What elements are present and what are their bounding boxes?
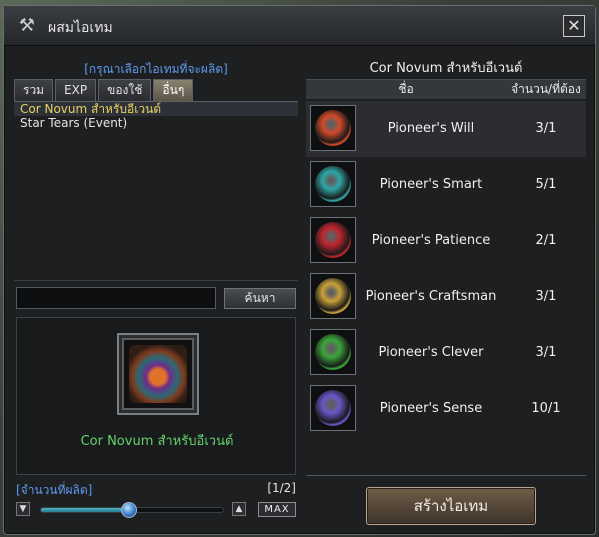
header-qty: จำนวน/ที่ต้อง xyxy=(511,82,581,96)
search-row: ค้นหา xyxy=(16,287,296,309)
quantity-slider-fill xyxy=(41,508,130,512)
select-item-prompt: [กรุณาเลือกไอเทมที่จะผลิต] xyxy=(84,62,228,76)
preview-item-name: Cor Novum สำหรับอีเวนต์ xyxy=(80,434,234,449)
material-quantity: 10/1 xyxy=(531,401,561,416)
max-button[interactable]: MAX xyxy=(258,502,296,517)
window-title: ผสมไอเทม xyxy=(48,20,113,36)
material-icon-frame xyxy=(310,217,356,263)
close-button[interactable]: ✕ xyxy=(563,15,585,37)
preview-icon-frame xyxy=(117,333,199,415)
material-quantity: 2/1 xyxy=(535,233,557,248)
material-name: Pioneer's Smart xyxy=(379,177,483,192)
material-name: Pioneer's Clever xyxy=(378,345,484,360)
material-quantity: 3/1 xyxy=(535,289,557,304)
item-craft-window: ⚒ ผสมไอเทม ✕ [กรุณาเลือกไอเทมที่จะผลิต] … xyxy=(3,5,596,535)
category-tabs: รวม EXP ของใช้ อื่นๆ xyxy=(14,79,194,101)
material-name: Pioneer's Patience xyxy=(371,233,491,248)
header-name: ชื่อ xyxy=(398,82,414,96)
table-row[interactable]: Pioneer's Patience 2/1 xyxy=(306,213,586,269)
material-name: Pioneer's Craftsman xyxy=(365,289,497,304)
material-quantity: 3/1 xyxy=(535,121,557,136)
smart-coin-icon xyxy=(315,166,351,202)
sense-coin-icon xyxy=(315,390,351,426)
quantity-slider-row: ▼ ▲ MAX xyxy=(16,502,296,518)
table-row[interactable]: Pioneer's Clever 3/1 xyxy=(306,325,586,381)
material-icon-frame xyxy=(310,273,356,319)
list-item[interactable]: Cor Novum สำหรับอีเวนต์ xyxy=(14,102,298,116)
decrease-button[interactable]: ▼ xyxy=(16,502,30,516)
material-icon-frame xyxy=(310,105,356,151)
craftsman-coin-icon xyxy=(315,278,351,314)
title-bar[interactable]: ⚒ ผสมไอเทม ✕ xyxy=(4,6,595,46)
material-icon-frame xyxy=(310,329,356,375)
search-input[interactable] xyxy=(16,287,216,309)
material-quantity: 3/1 xyxy=(535,345,557,360)
create-item-button[interactable]: สร้างไอเทม xyxy=(366,487,536,525)
materials-list: Pioneer's Will 3/1 Pioneer's Smart 5/1 Pione… xyxy=(306,101,586,437)
quantity-page: [1/2] xyxy=(267,481,296,495)
materials-header: ชื่อ จำนวน/ที่ต้อง xyxy=(306,79,586,99)
patience-coin-icon xyxy=(315,222,351,258)
quantity-label: [จำนวนที่ผลิต] xyxy=(16,483,93,497)
item-preview: Cor Novum สำหรับอีเวนต์ xyxy=(16,317,296,475)
material-name: Pioneer's Will xyxy=(387,121,475,136)
materials-title: Cor Novum สำหรับอีเวนต์ xyxy=(369,61,523,76)
table-row[interactable]: Pioneer's Sense 10/1 xyxy=(306,381,586,437)
material-icon-frame xyxy=(310,161,356,207)
table-row[interactable]: Pioneer's Craftsman 3/1 xyxy=(306,269,586,325)
tab-exp[interactable]: EXP xyxy=(55,79,97,101)
hammer-icon: ⚒ xyxy=(18,15,36,36)
material-icon-frame xyxy=(310,385,356,431)
increase-button[interactable]: ▲ xyxy=(232,502,246,516)
tab-other[interactable]: อื่นๆ xyxy=(153,79,194,101)
search-button[interactable]: ค้นหา xyxy=(224,288,296,309)
table-row[interactable]: Pioneer's Will 3/1 xyxy=(306,101,586,157)
table-row[interactable]: Pioneer's Smart 5/1 xyxy=(306,157,586,213)
clever-coin-icon xyxy=(315,334,351,370)
quantity-slider-track[interactable] xyxy=(40,502,224,518)
list-item[interactable]: Star Tears (Event) xyxy=(14,116,298,130)
material-quantity: 5/1 xyxy=(535,177,557,192)
tab-consumables[interactable]: ของใช้ xyxy=(98,79,152,101)
divider xyxy=(306,475,586,476)
recipe-list: Cor Novum สำหรับอีเวนต์ Star Tears (Even… xyxy=(14,101,298,281)
right-panel: Cor Novum สำหรับอีเวนต์ ชื่อ จำนวน/ที่ต้… xyxy=(306,57,586,525)
material-name: Pioneer's Sense xyxy=(379,401,483,416)
left-panel: [กรุณาเลือกไอเทมที่จะผลิต] รวม EXP ของใช… xyxy=(14,57,298,524)
quantity-slider-thumb[interactable] xyxy=(121,502,138,518)
will-coin-icon xyxy=(315,110,351,146)
tab-all[interactable]: รวม xyxy=(14,79,54,101)
cor-novum-icon xyxy=(129,345,187,403)
